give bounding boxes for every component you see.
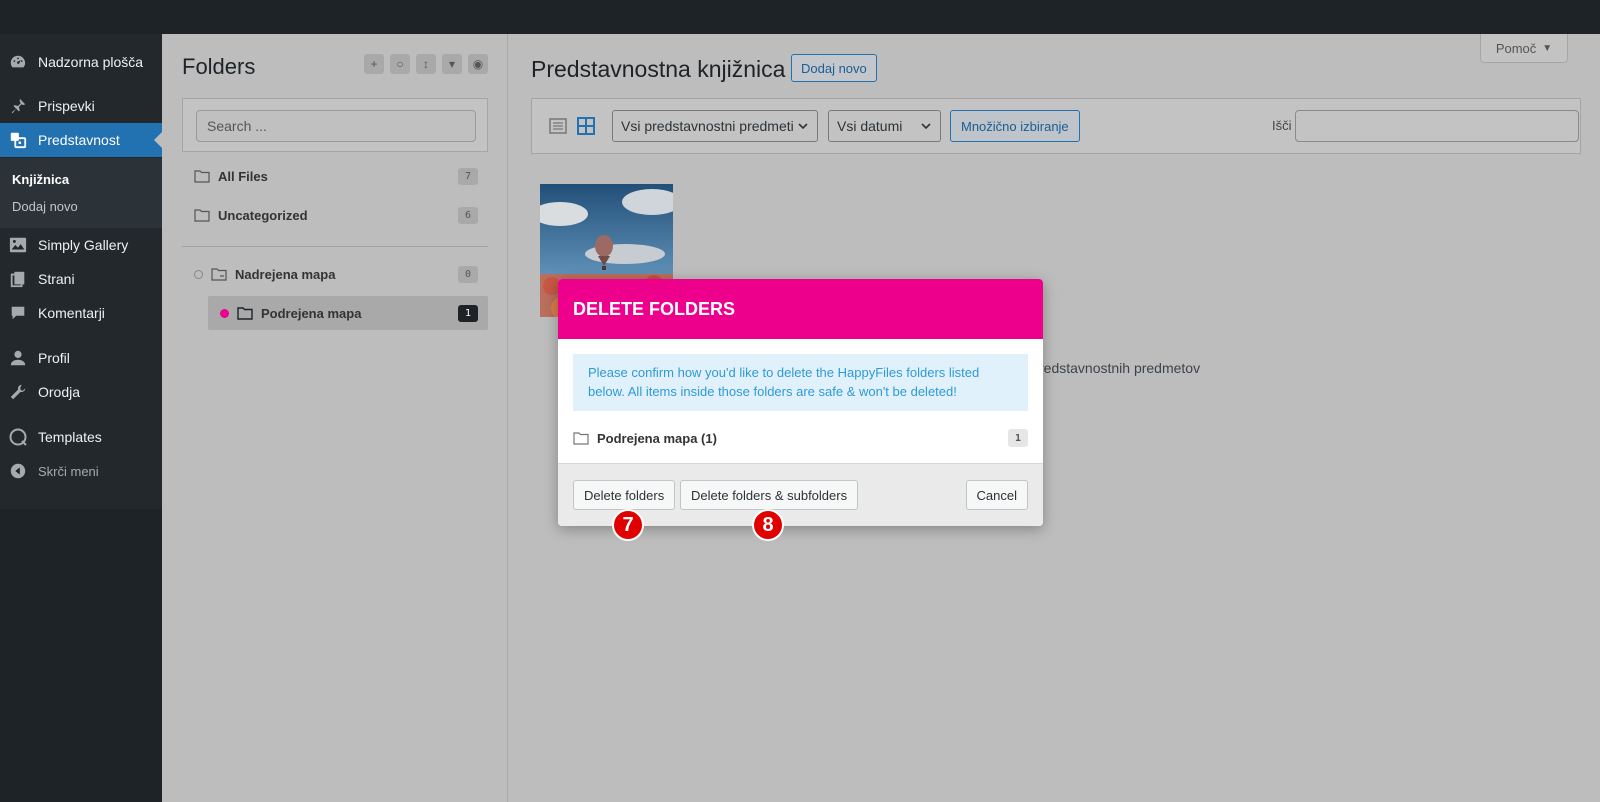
- folder-search-container: [182, 98, 488, 152]
- folder-icon: [573, 432, 589, 445]
- folders-panel: Folders + ○ ↕ ▾ ◉ All Files 7 Uncategori…: [162, 34, 508, 802]
- help-tab-button[interactable]: Pomoč ▼: [1480, 34, 1568, 63]
- folder-icon: [194, 209, 210, 222]
- grid-view-icon[interactable]: [575, 115, 597, 137]
- chevron-down-icon: [921, 123, 931, 130]
- sidebar-item-posts[interactable]: Prispevki: [0, 89, 162, 123]
- sidebar-item-dashboard[interactable]: Nadzorna plošča: [0, 45, 162, 79]
- folder-item-child-selected[interactable]: Podrejena mapa 1: [208, 296, 488, 330]
- dialog-folder-row: Podrejena mapa (1) 1: [573, 427, 1028, 449]
- folder-icon: [194, 170, 210, 183]
- folder-label: Uncategorized: [218, 207, 308, 223]
- folder-icon: [237, 307, 253, 320]
- caret-down-icon: ▼: [1542, 42, 1553, 54]
- media-toolbar: Vsi predstavnostni predmeti Vsi datumi M…: [531, 98, 1581, 154]
- add-new-button[interactable]: Dodaj novo: [791, 54, 877, 82]
- chevron-down-icon: [798, 123, 808, 130]
- dialog-notice: Please confirm how you'd like to delete …: [573, 354, 1028, 411]
- sidebar-item-label: Komentarji: [38, 305, 105, 321]
- folder-color-dot: [220, 308, 229, 318]
- sidebar-item-label: Templates: [38, 429, 102, 445]
- sidebar-collapse-menu[interactable]: Skrči meni: [0, 454, 162, 488]
- folder-count: 6: [458, 206, 478, 224]
- filter-type-value: Vsi predstavnostni predmeti: [621, 118, 794, 134]
- dialog-title: DELETE FOLDERS: [558, 279, 1043, 339]
- pin-icon: [8, 96, 28, 116]
- admin-bar: [0, 0, 1600, 34]
- folder-item-parent[interactable]: Nadrejena mapa 0: [182, 256, 488, 292]
- folder-uncategorized[interactable]: Uncategorized 6: [182, 197, 488, 233]
- sidebar-item-profile[interactable]: Profil: [0, 341, 162, 375]
- sidebar-item-media[interactable]: Predstavnost: [0, 123, 162, 157]
- search-label: Išči: [1272, 118, 1292, 133]
- sidebar-item-label: Orodja: [38, 384, 81, 400]
- folder-label: All Files: [218, 168, 268, 184]
- sidebar-item-label: Predstavnost: [38, 132, 120, 148]
- folder-color-dot: [194, 269, 203, 279]
- delete-folders-subfolders-button[interactable]: Delete folders & subfolders: [680, 480, 859, 510]
- folders-divider: [182, 246, 488, 247]
- sidebar-item-templates[interactable]: Templates: [0, 420, 162, 454]
- list-view-icon[interactable]: [547, 115, 569, 137]
- delete-folders-dialog: DELETE FOLDERS Please confirm how you'd …: [558, 279, 1043, 526]
- sidebar-item-comments[interactable]: Komentarji: [0, 296, 162, 330]
- step-badge-8: 8: [752, 509, 784, 541]
- folder-label: Nadrejena mapa: [235, 266, 336, 282]
- submenu-item-add-new[interactable]: Dodaj novo: [12, 199, 78, 214]
- filter-date-value: Vsi datumi: [837, 118, 903, 134]
- media-count-text: redstavnostnih predmetov: [1039, 360, 1201, 376]
- dialog-folder-label: Podrejena mapa (1): [597, 430, 717, 446]
- circle-icon[interactable]: ○: [390, 54, 410, 74]
- collapse-icon: [8, 461, 28, 481]
- templates-icon: [8, 427, 28, 447]
- folder-count: 7: [458, 167, 478, 185]
- add-folder-icon[interactable]: +: [364, 54, 384, 74]
- sidebar-item-label: Simply Gallery: [38, 237, 129, 253]
- folder-label: Podrejena mapa: [261, 305, 362, 321]
- folders-title: Folders: [182, 54, 256, 79]
- delete-folders-button[interactable]: Delete folders: [573, 480, 676, 510]
- folder-search-input[interactable]: [196, 110, 476, 142]
- folder-all-files[interactable]: All Files 7: [182, 158, 488, 194]
- folder-count: 1: [458, 304, 478, 322]
- page-title: Predstavnostna knjižnica: [531, 56, 786, 82]
- wrench-icon: [8, 382, 28, 402]
- eye-icon[interactable]: ◉: [468, 54, 488, 74]
- help-label: Pomoč: [1495, 40, 1537, 56]
- sidebar-item-label: Strani: [38, 271, 75, 287]
- sidebar-item-simply-gallery[interactable]: Simply Gallery: [0, 228, 162, 262]
- pages-icon: [8, 269, 28, 289]
- sort-icon[interactable]: ▾: [442, 54, 462, 74]
- sidebar-item-label: Nadzorna plošča: [38, 54, 144, 70]
- gallery-icon: [8, 235, 28, 255]
- bulk-select-button[interactable]: Množično izbiranje: [950, 110, 1080, 142]
- sidebar-item-label: Prispevki: [38, 98, 95, 114]
- media-submenu: Knjižnica Dodaj novo: [0, 158, 162, 228]
- date-filter[interactable]: Vsi datumi: [828, 110, 941, 142]
- step-badge-7: 7: [612, 509, 644, 541]
- admin-sidebar: Nadzorna plošča Prispevki Predstavnost K…: [0, 34, 162, 802]
- media-icon: [8, 130, 28, 150]
- dashboard-icon: [8, 52, 28, 72]
- media-type-filter[interactable]: Vsi predstavnostni predmeti: [612, 110, 818, 142]
- sidebar-item-label: Skrči meni: [38, 463, 99, 479]
- expand-collapse-icon[interactable]: ↕: [416, 54, 436, 74]
- sidebar-item-label: Profil: [38, 350, 70, 366]
- folder-tree-icon: [211, 268, 227, 281]
- user-icon: [8, 348, 28, 368]
- folder-count: 0: [458, 265, 478, 283]
- sidebar-item-tools[interactable]: Orodja: [0, 375, 162, 409]
- submenu-item-library[interactable]: Knjižnica: [12, 172, 69, 187]
- media-search-input[interactable]: [1295, 110, 1579, 142]
- folder-toolbar: + ○ ↕ ▾ ◉: [364, 54, 488, 74]
- comments-icon: [8, 303, 28, 323]
- dialog-folder-count: 1: [1008, 429, 1028, 447]
- cancel-button[interactable]: Cancel: [965, 480, 1028, 510]
- sidebar-item-pages[interactable]: Strani: [0, 262, 162, 296]
